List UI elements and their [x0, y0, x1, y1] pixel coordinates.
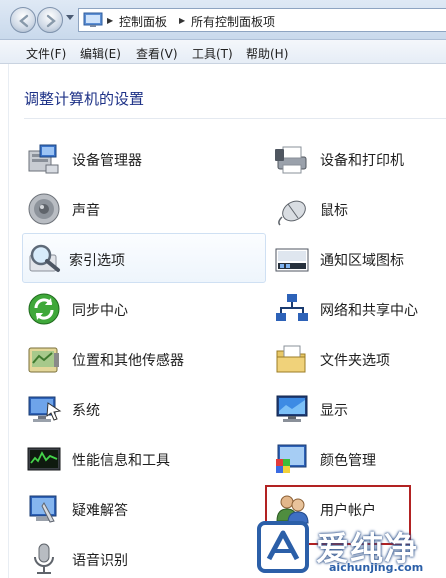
watermark-logo-icon	[257, 521, 309, 573]
divider	[24, 118, 446, 119]
watermark: 爱纯净 aichunjing.com	[250, 513, 446, 578]
item-label: 鼠标	[320, 203, 348, 219]
menu-file[interactable]: 文件(F)	[26, 45, 66, 62]
network-icon	[276, 294, 308, 321]
item-display[interactable]: 显示	[274, 387, 446, 431]
item-label: 文件夹选项	[320, 353, 390, 369]
back-button[interactable]	[10, 7, 36, 33]
item-label: 颜色管理	[320, 453, 376, 469]
sync-icon	[28, 293, 60, 325]
arrow-left-icon	[19, 14, 29, 28]
item-sound[interactable]: 声音	[26, 187, 226, 231]
breadcrumb-item-all-items[interactable]: 所有控制面板项	[191, 13, 275, 30]
item-label: 位置和其他传感器	[72, 353, 184, 369]
item-system[interactable]: 系统	[26, 387, 226, 431]
recent-pages-chevron-down-icon[interactable]	[66, 15, 74, 21]
item-network-sharing[interactable]: 网络和共享中心	[274, 287, 446, 331]
item-folder-options[interactable]: 文件夹选项	[274, 337, 446, 381]
performance-icon	[27, 447, 61, 471]
menu-bar: 文件(F) 编辑(E) 查看(V) 工具(T) 帮助(H)	[0, 40, 446, 64]
item-label: 设备管理器	[72, 153, 142, 169]
item-label: 设备和打印机	[320, 153, 404, 169]
item-device-manager[interactable]: 设备管理器	[26, 137, 226, 181]
breadcrumb-item-control-panel[interactable]: 控制面板	[119, 13, 167, 30]
item-label: 系统	[72, 403, 100, 419]
item-troubleshooting[interactable]: 疑难解答	[26, 487, 226, 531]
item-mouse[interactable]: 鼠标	[274, 187, 446, 231]
color-management-icon	[276, 444, 307, 473]
menu-tools[interactable]: 工具(T)	[192, 45, 233, 62]
item-label: 同步中心	[72, 303, 128, 319]
pane-divider	[8, 64, 9, 578]
display-icon	[276, 395, 308, 422]
forward-button[interactable]	[37, 7, 63, 33]
troubleshoot-icon	[29, 495, 57, 523]
item-label: 语音识别	[72, 553, 128, 569]
menu-help[interactable]: 帮助(H)	[246, 45, 288, 62]
breadcrumb-separator-icon: ▶	[107, 16, 114, 25]
magnifier-icon	[29, 244, 60, 272]
item-location-sensors[interactable]: 位置和其他传感器	[26, 337, 226, 381]
folder-options-icon	[276, 345, 306, 373]
item-label: 显示	[320, 403, 348, 419]
control-panel-icon	[83, 12, 103, 27]
microphone-icon	[34, 543, 54, 574]
item-label: 网络和共享中心	[320, 303, 418, 319]
item-color-management[interactable]: 颜色管理	[274, 437, 446, 481]
arrow-right-icon	[46, 14, 56, 28]
menu-edit[interactable]: 编辑(E)	[80, 45, 121, 62]
mouse-icon	[278, 200, 306, 226]
speaker-icon	[28, 193, 60, 225]
item-speech-recognition[interactable]: 语音识别	[26, 537, 226, 578]
computer-icon	[28, 396, 62, 422]
page-title: 调整计算机的设置	[24, 90, 145, 108]
item-label: 声音	[72, 203, 100, 219]
printer-icon	[275, 146, 307, 174]
location-sensor-icon	[28, 347, 59, 373]
item-label: 索引选项	[69, 253, 125, 269]
item-notification-area-icons[interactable]: 通知区域图标	[274, 237, 446, 281]
breadcrumb[interactable]: ▶ 控制面板 ▶ 所有控制面板项	[78, 8, 446, 32]
item-performance[interactable]: 性能信息和工具	[26, 437, 226, 481]
watermark-url: aichunjing.com	[329, 561, 424, 574]
address-bar: ▶ 控制面板 ▶ 所有控制面板项	[0, 0, 446, 40]
notification-tray-icon	[275, 248, 309, 272]
breadcrumb-separator-icon: ▶	[179, 16, 186, 25]
item-devices-printers[interactable]: 设备和打印机	[274, 137, 446, 181]
item-label: 疑难解答	[72, 503, 128, 519]
device-manager-icon	[28, 144, 59, 174]
item-indexing-options[interactable]: 索引选项	[22, 233, 266, 283]
item-label: 通知区域图标	[320, 253, 404, 269]
item-sync-center[interactable]: 同步中心	[26, 287, 226, 331]
menu-view[interactable]: 查看(V)	[136, 45, 178, 62]
item-label: 性能信息和工具	[72, 453, 170, 469]
